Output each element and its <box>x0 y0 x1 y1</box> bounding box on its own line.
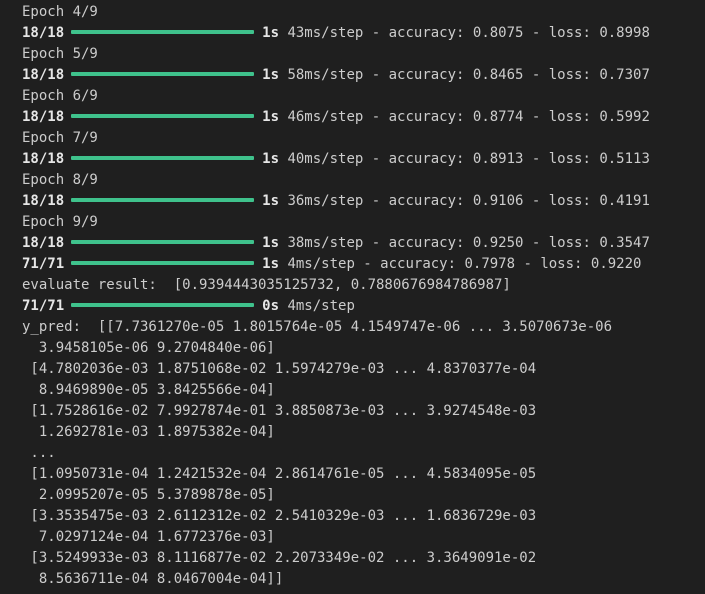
progress-bar <box>71 198 255 202</box>
metrics-text: 40ms/step - accuracy: 0.8913 - loss: 0.5… <box>287 151 650 167</box>
progress-line: 18/18 1s 58ms/step - accuracy: 0.8465 - l… <box>22 65 705 86</box>
elapsed-time: 1s <box>262 256 280 272</box>
metrics-text: 4ms/step <box>287 298 355 314</box>
epoch-label: Epoch 7/9 <box>22 130 98 146</box>
metrics-text: 58ms/step - accuracy: 0.8465 - loss: 0.7… <box>287 67 650 83</box>
predict-progress-line: 71/71 0s 4ms/step <box>22 296 705 317</box>
progress-bar <box>71 261 255 265</box>
metrics-text: 38ms/step - accuracy: 0.9250 - loss: 0.3… <box>287 235 650 251</box>
metrics-text: 43ms/step - accuracy: 0.8075 - loss: 0.8… <box>287 25 650 41</box>
terminal-output: Epoch 4/9 18/18 1s 43ms/step - accuracy: … <box>22 2 705 590</box>
progress-bar <box>71 72 255 76</box>
epoch-label: Epoch 8/9 <box>22 172 98 188</box>
step-count: 18/18 <box>22 151 65 167</box>
progress-line: 18/18 1s 43ms/step - accuracy: 0.8075 - l… <box>22 23 705 44</box>
evaluate-result: evaluate result: [0.9394443035125732, 0.… <box>22 277 511 293</box>
y-pred-line: [1.7528616e-02 7.9927874e-01 3.8850873e-… <box>22 403 537 419</box>
epoch-label: Epoch 4/9 <box>22 4 98 20</box>
evaluate-progress-line: 71/71 1s 4ms/step - accuracy: 0.7978 - lo… <box>22 254 705 275</box>
elapsed-time: 1s <box>262 193 280 209</box>
elapsed-time: 1s <box>262 151 280 167</box>
metrics-text: 4ms/step - accuracy: 0.7978 - loss: 0.92… <box>287 256 642 272</box>
step-count: 18/18 <box>22 25 65 41</box>
progress-bar <box>71 30 255 34</box>
step-count: 71/71 <box>22 298 65 314</box>
elapsed-time: 1s <box>262 109 280 125</box>
progress-bar <box>71 240 255 244</box>
progress-bar <box>71 156 255 160</box>
y-pred-line: 7.0297124e-04 1.6772376e-03] <box>22 529 275 545</box>
progress-line: 18/18 1s 36ms/step - accuracy: 0.9106 - l… <box>22 191 705 212</box>
metrics-text: 36ms/step - accuracy: 0.9106 - loss: 0.4… <box>287 193 650 209</box>
elapsed-time: 0s <box>262 298 280 314</box>
elapsed-time: 1s <box>262 67 280 83</box>
y-pred-line: 2.0995207e-05 5.3789878e-05] <box>22 487 275 503</box>
elapsed-time: 1s <box>262 235 280 251</box>
progress-bar <box>71 303 255 307</box>
y-pred-line: [3.3535475e-03 2.6112312e-02 2.5410329e-… <box>22 508 537 524</box>
progress-bar <box>71 114 255 118</box>
epoch-label: Epoch 5/9 <box>22 46 98 62</box>
metrics-text: 46ms/step - accuracy: 0.8774 - loss: 0.5… <box>287 109 650 125</box>
y-pred-line: 1.2692781e-03 1.8975382e-04] <box>22 424 275 440</box>
progress-line: 18/18 1s 38ms/step - accuracy: 0.9250 - l… <box>22 233 705 254</box>
step-count: 71/71 <box>22 256 65 272</box>
progress-line: 18/18 1s 46ms/step - accuracy: 0.8774 - l… <box>22 107 705 128</box>
cut-off-line <box>22 588 352 594</box>
progress-line: 18/18 1s 40ms/step - accuracy: 0.8913 - l… <box>22 149 705 170</box>
y-pred-line: [1.0950731e-04 1.2421532e-04 2.8614761e-… <box>22 466 537 482</box>
step-count: 18/18 <box>22 235 65 251</box>
y-pred-line: 8.9469890e-05 3.8425566e-04] <box>22 382 275 398</box>
step-count: 18/18 <box>22 109 65 125</box>
epoch-label: Epoch 9/9 <box>22 214 98 230</box>
step-count: 18/18 <box>22 193 65 209</box>
epoch-label: Epoch 6/9 <box>22 88 98 104</box>
y-pred-line: 3.9458105e-06 9.2704840e-06] <box>22 340 275 356</box>
y-pred-line: 8.5636711e-04 8.0467004e-04]] <box>22 571 284 587</box>
y-pred-line: y_pred: [[7.7361270e-05 1.8015764e-05 4.… <box>22 319 613 335</box>
step-count: 18/18 <box>22 67 65 83</box>
y-pred-line: [4.7802036e-03 1.8751068e-02 1.5974279e-… <box>22 361 537 377</box>
y-pred-line: [3.5249933e-03 8.1116877e-02 2.2073349e-… <box>22 550 537 566</box>
elapsed-time: 1s <box>262 25 280 41</box>
y-pred-line: ... <box>22 445 56 461</box>
